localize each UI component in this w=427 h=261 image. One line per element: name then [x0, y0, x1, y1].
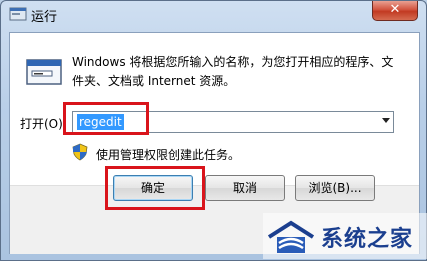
dropdown-arrow-icon[interactable]	[382, 118, 390, 123]
dialog-description: Windows 将根据您所输入的名称，为您打开相应的程序、文件夹、文档或 Int…	[72, 55, 394, 88]
watermark-text: 系统之家	[321, 227, 414, 252]
close-icon: ✕	[389, 2, 401, 17]
house-logo-icon	[267, 220, 315, 253]
uac-shield-icon	[72, 143, 88, 161]
watermark: 系统之家	[263, 213, 427, 259]
open-label: 打开(O):	[20, 117, 67, 131]
run-app-icon	[9, 7, 27, 21]
admin-note: 使用管理权限创建此任务。	[96, 148, 241, 162]
window-title: 运行	[31, 10, 58, 25]
command-input[interactable]: regedit	[72, 111, 394, 133]
close-button[interactable]: ✕	[372, 1, 418, 21]
cancel-button[interactable]: 取消	[205, 175, 285, 201]
run-dialog-window: 运行 ✕ Windows 将根据您所输入的名称，为您打开相应的程序、文件夹、文档…	[0, 0, 427, 261]
title-bar[interactable]: 运行 ✕	[1, 1, 427, 28]
run-icon	[26, 59, 62, 85]
browse-button[interactable]: 浏览(B)...	[295, 175, 375, 201]
ok-button[interactable]: 确定	[113, 175, 193, 201]
command-input-value: regedit	[77, 114, 124, 130]
